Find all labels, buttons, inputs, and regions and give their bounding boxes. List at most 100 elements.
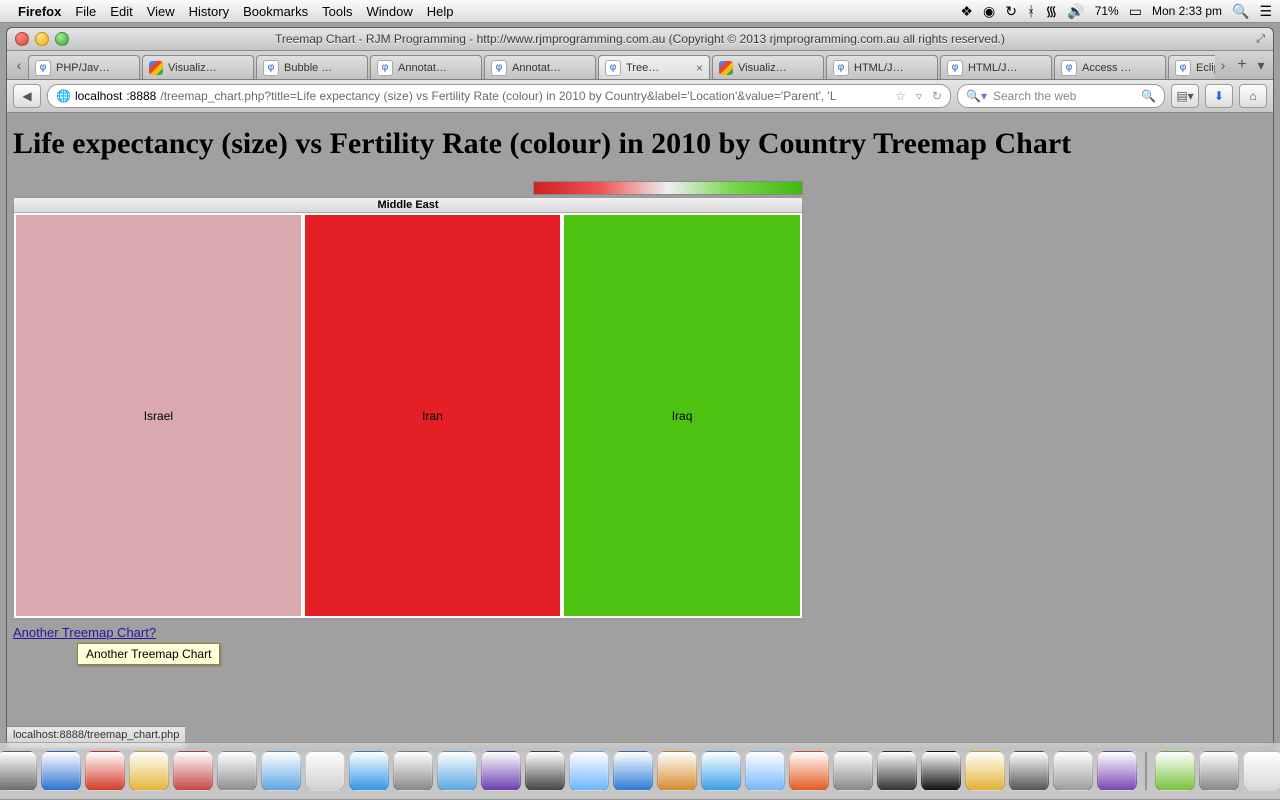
accessibility-icon[interactable]: ◉ [983, 3, 995, 20]
dock-app-24[interactable] [1009, 751, 1049, 791]
menu-help[interactable]: Help [427, 4, 454, 19]
menu-history[interactable]: History [189, 4, 229, 19]
tab-6[interactable]: Visualiz… [712, 55, 824, 79]
list-all-tabs-button[interactable]: ▾ [1253, 51, 1269, 79]
dock-app-11[interactable] [437, 751, 477, 791]
menu-view[interactable]: View [147, 4, 175, 19]
timemachine-icon[interactable]: ↻ [1005, 3, 1017, 20]
close-tab-icon[interactable]: × [696, 61, 703, 75]
favicon-icon: φ [1175, 60, 1191, 76]
tab-10[interactable]: φEclipse … [1168, 55, 1215, 79]
dock-app-2[interactable] [41, 751, 81, 791]
favicon-icon: φ [491, 60, 507, 76]
fullscreen-icon[interactable]: ⤢ [1256, 33, 1265, 46]
downloads-button[interactable]: ⬇ [1205, 84, 1233, 108]
tab-label: PHP/Jav… [56, 62, 133, 74]
dock-app-22[interactable] [921, 751, 961, 791]
menu-bookmarks[interactable]: Bookmarks [243, 4, 308, 19]
search-bar[interactable]: 🔍▾ Search the web 🔍 [957, 84, 1165, 108]
page-content: Life expectancy (size) vs Fertility Rate… [7, 113, 1273, 749]
menu-tools[interactable]: Tools [322, 4, 352, 19]
tab-0[interactable]: φPHP/Jav… [28, 55, 140, 79]
dock-app-20[interactable] [833, 751, 873, 791]
dock-app-4[interactable] [129, 751, 169, 791]
treemap-cell-iraq[interactable]: Iraq [562, 213, 802, 618]
menubar-clock[interactable]: Mon 2:33 pm [1152, 4, 1222, 18]
dock-app-5[interactable] [173, 751, 213, 791]
search-go-icon[interactable]: 🔍 [1141, 89, 1156, 103]
treemap-parent-label[interactable]: Middle East [14, 198, 802, 213]
tab-scroll-right[interactable]: › [1215, 51, 1231, 79]
dock-app-8[interactable] [305, 751, 345, 791]
color-scale-legend [533, 181, 803, 195]
tab-scroll-left[interactable]: ‹ [11, 51, 27, 79]
menu-window[interactable]: Window [367, 4, 413, 19]
sync-icon[interactable]: ❖ [960, 3, 973, 20]
minimize-window-button[interactable] [35, 32, 49, 46]
bluetooth-icon[interactable]: ᚼ [1027, 3, 1035, 19]
dock-app-12[interactable] [481, 751, 521, 791]
battery-percent[interactable]: 71% [1095, 4, 1119, 18]
dock-app-19[interactable] [789, 751, 829, 791]
volume-icon[interactable]: 🔊 [1067, 3, 1084, 20]
dock-app-14[interactable] [569, 751, 609, 791]
tab-label: HTML/J… [968, 62, 1045, 74]
dock-app-16[interactable] [657, 751, 697, 791]
tab-1[interactable]: Visualiz… [142, 55, 254, 79]
notifications-icon[interactable]: ☰ [1259, 3, 1272, 20]
active-app-name[interactable]: Firefox [18, 4, 61, 19]
favicon-icon [149, 61, 163, 75]
home-button[interactable]: ⌂ [1239, 84, 1267, 108]
dock-app-26[interactable] [1097, 751, 1137, 791]
tab-5[interactable]: φTree…× [598, 55, 710, 79]
dock-app-7[interactable] [261, 751, 301, 791]
dock-app-17[interactable] [701, 751, 741, 791]
window-title: Treemap Chart - RJM Programming - http:/… [7, 32, 1273, 46]
dock-app-25[interactable] [1053, 751, 1093, 791]
menu-edit[interactable]: Edit [110, 4, 132, 19]
tab-8[interactable]: φ HTML/J… [940, 55, 1052, 79]
history-dropdown-icon[interactable]: ▿ [916, 89, 922, 103]
traffic-lights [15, 32, 69, 46]
bookmark-star-icon[interactable]: ☆ [895, 89, 906, 103]
dock-app-15[interactable] [613, 751, 653, 791]
spotlight-icon[interactable]: 🔍 [1232, 3, 1249, 20]
favicon-icon: φ [833, 60, 849, 76]
wifi-icon[interactable]: ᯾ [1045, 2, 1057, 21]
another-treemap-link[interactable]: Another Treemap Chart? [13, 625, 156, 640]
window-titlebar[interactable]: Treemap Chart - RJM Programming - http:/… [7, 28, 1273, 51]
bookmarks-button[interactable]: ▤▾ [1171, 84, 1199, 108]
close-window-button[interactable] [15, 32, 29, 46]
dock-app-21[interactable] [877, 751, 917, 791]
zoom-window-button[interactable] [55, 32, 69, 46]
favicon-icon: φ [605, 60, 621, 76]
tab-2[interactable]: φBubble … [256, 55, 368, 79]
dock-app-10[interactable] [393, 751, 433, 791]
treemap-cell-israel[interactable]: Israel [14, 213, 303, 618]
search-engine-icon[interactable]: 🔍▾ [966, 89, 987, 103]
reload-icon[interactable]: ↻ [932, 89, 942, 103]
dock-app-9[interactable] [349, 751, 389, 791]
address-bar[interactable]: 🌐 localhost:8888 /treemap_chart.php?titl… [47, 84, 951, 108]
dock-app-13[interactable] [525, 751, 565, 791]
menu-file[interactable]: File [75, 4, 96, 19]
new-tab-button[interactable]: + [1231, 51, 1253, 79]
dock-app-6[interactable] [217, 751, 257, 791]
tab-label: Bubble … [284, 62, 361, 74]
tab-label: Visualiz… [168, 62, 247, 74]
tab-4[interactable]: φAnnotat… [484, 55, 596, 79]
dock-app-28[interactable] [1199, 751, 1239, 791]
favicon-icon: φ [947, 60, 963, 76]
dock-app-29[interactable] [1243, 751, 1280, 791]
dock-app-27[interactable] [1155, 751, 1195, 791]
dock-app-3[interactable] [85, 751, 125, 791]
dock-app-1[interactable] [0, 751, 37, 791]
tab-9[interactable]: φAccess … [1054, 55, 1166, 79]
treemap-cell-iran[interactable]: Iran [303, 213, 562, 618]
back-button[interactable]: ◀ [13, 84, 41, 108]
tab-3[interactable]: φAnnotat… [370, 55, 482, 79]
tab-7[interactable]: φHTML/J… [826, 55, 938, 79]
menubar-status-area: ❖ ◉ ↻ ᚼ ᯾ 🔊 71% ▭ Mon 2:33 pm 🔍 ☰ [960, 2, 1272, 21]
dock-app-18[interactable] [745, 751, 785, 791]
dock-app-23[interactable] [965, 751, 1005, 791]
